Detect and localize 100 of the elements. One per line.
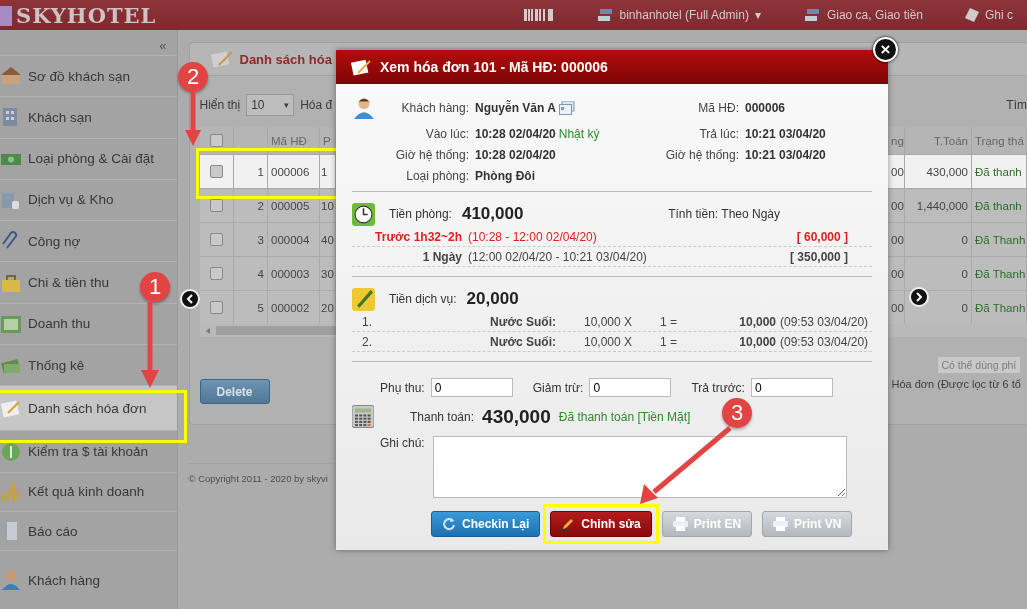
column-header: T.Toán (904, 127, 972, 155)
sidebar-item-label: Kiểm tra $ tài khoản (28, 444, 149, 459)
clock-icon (352, 202, 375, 226)
field-value: 10:28 02/04/20 (475, 127, 556, 141)
caret-icon: ▾ (754, 8, 761, 22)
header-link[interactable]: Ghi c (965, 8, 1013, 22)
sidebar-item[interactable]: Loại phòng & Cài đặt (0, 137, 177, 179)
row-checkbox[interactable] (209, 165, 223, 179)
row-checkbox[interactable] (209, 233, 223, 247)
field-label: Ghi chú: (380, 436, 425, 452)
field-value: 10:21 03/04/20 (745, 148, 826, 162)
unit-price: 10,000 X (584, 314, 634, 329)
sidebar-item-label: Khách hàng (28, 572, 101, 588)
line-total: 10,000 (738, 334, 777, 349)
row-checkbox[interactable] (209, 301, 223, 315)
printer-icon (773, 517, 789, 531)
field-label: Trả trước: (691, 380, 745, 395)
sidebar-item-label: Doanh thu (28, 316, 91, 332)
field-label: Trả lúc: (698, 127, 740, 141)
line-number: 1. (362, 314, 373, 329)
line-number: 2. (362, 334, 373, 349)
page-size-select[interactable]: 10 ▾ (246, 94, 295, 116)
sidebar-item-label: Công nợ (28, 233, 81, 249)
quantity: 1 = (660, 314, 678, 329)
note-field[interactable] (432, 436, 847, 498)
sidebar-item-label: Dịch vụ & Kho (28, 192, 114, 208)
sidebar-item-label: Chi & tiền thu (28, 275, 110, 291)
show-suffix: Hóa đ (300, 98, 333, 112)
step-badge: 2 (178, 62, 208, 92)
row-checkbox[interactable] (209, 267, 223, 281)
copyright: © Copyright 2011 - 2020 by skyvi (188, 463, 335, 484)
dialog-title: Xem hóa đơn 101 - Mã HĐ: 000006 (380, 59, 608, 75)
amount-field[interactable]: 0 (750, 378, 833, 397)
swap-icon (802, 8, 821, 22)
notepad-icon (352, 287, 375, 311)
delete-button[interactable]: Delete (199, 379, 270, 404)
row-checkbox[interactable] (209, 199, 223, 213)
edit-button[interactable]: Chỉnh sửa (550, 511, 652, 537)
sidebar-item-label: Khách sạn (28, 109, 92, 125)
header-link-text: Giao ca, Giao tiền (826, 8, 923, 22)
field-value: Phòng Đôi (475, 169, 535, 183)
header-link-text: Ghi c (985, 8, 1013, 22)
sidebar-item[interactable]: Công nợ (0, 220, 177, 262)
sidebar-item-label: Kết quả kinh doanh (28, 484, 145, 500)
line-total: 10,000 (738, 314, 777, 329)
service-time: (09:53 03/04/20) (780, 314, 870, 329)
service-charge-label: Tiền dịch vụ: (389, 292, 457, 306)
field-label: Giờ hệ thống: (394, 148, 470, 162)
search-label: Tìm (1006, 98, 1027, 112)
service-time: (09:53 03/04/20) (780, 334, 870, 349)
collapse-button[interactable]: « (159, 38, 167, 53)
sidebar-item[interactable]: Dịch vụ & Kho (0, 178, 177, 221)
field-value: 10:28 02/04/20 (475, 148, 556, 162)
sidebar-item[interactable]: Danh sách hóa đơn (0, 385, 177, 431)
charge-period: 1 Ngày (421, 249, 462, 264)
account-menu[interactable]: binhanhotel (Full Admin) ▾ (595, 8, 761, 22)
person-icon (0, 569, 22, 592)
charge-range: (10:28 - 12:00 02/04/20) (468, 229, 598, 244)
field-label: Khách hàng: (400, 101, 470, 115)
billing-mode: Tính tiền: Theo Ngày (668, 207, 780, 221)
barcode-icon[interactable] (523, 9, 554, 21)
refresh-icon (442, 517, 456, 531)
caret-icon: ▾ (284, 100, 290, 110)
amount-field[interactable]: 0 (589, 378, 672, 397)
person-icon (352, 96, 376, 120)
id-card-icon[interactable] (558, 101, 575, 115)
notepad-icon (350, 57, 372, 77)
sidebar-item[interactable]: Doanh thu (0, 302, 177, 344)
history-link[interactable]: Nhật ký (558, 127, 600, 141)
charge-period: Trước 1h32~2h (374, 229, 462, 244)
eraser-icon (965, 8, 979, 22)
scrollbar[interactable] (887, 324, 1027, 337)
printer-icon (672, 517, 688, 531)
room-charge-label: Tiền phòng: (389, 207, 452, 221)
chevron-left-icon[interactable] (180, 289, 200, 309)
charge-range: (12:00 02/04/20 - 10:21 03/04/20) (468, 249, 648, 264)
hotel-logo-icon (0, 4, 12, 26)
header-link[interactable]: Giao ca, Giao tiền (802, 8, 923, 22)
sidebar-item[interactable]: Khách sạn (0, 96, 177, 138)
notepad-icon (209, 49, 234, 69)
panel-title: Danh sách hóa (239, 51, 332, 67)
pencil-icon (561, 517, 576, 531)
field-label: Giờ hệ thống: (664, 148, 740, 162)
checkin-button[interactable]: Checkin Lại (431, 511, 541, 537)
sidebar-item[interactable]: Báo cáo (0, 511, 177, 551)
amount-field[interactable]: 0 (430, 378, 513, 397)
arrow (185, 92, 201, 146)
sidebar-item[interactable]: Khách hàng (0, 550, 177, 609)
sidebar-item[interactable]: Sơ đồ khách sạn (0, 55, 177, 97)
field-label: Vào lúc: (424, 127, 470, 141)
charge-price: [ 350,000 ] (789, 249, 848, 264)
sidebar-item[interactable]: Kết quả kinh doanh (0, 471, 177, 512)
sidebar-item[interactable]: Kiểm tra $ tài khoản (0, 430, 177, 472)
field-label: Mã HĐ: (697, 101, 740, 115)
payment-status: Đã thanh toán [Tiền Mặt] (558, 409, 691, 424)
column-header: Trạng thá (971, 127, 1027, 155)
account-name: binhanhotel (Full Admin) (619, 8, 749, 22)
scrollbar[interactable] (199, 324, 336, 337)
payment-label: Thanh toán: (410, 409, 475, 424)
select-all-checkbox[interactable] (209, 134, 223, 148)
